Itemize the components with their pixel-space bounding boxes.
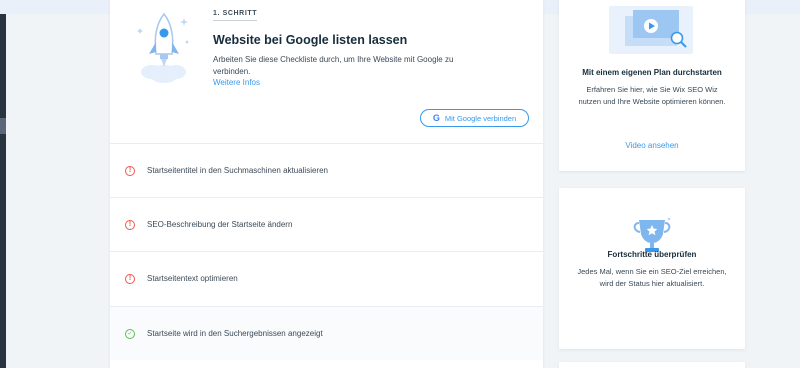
task-label: Startseitentext optimieren — [147, 274, 238, 283]
left-rail — [0, 0, 6, 368]
plan-card: Mit einem eigenen Plan durchstarten Erfa… — [559, 0, 745, 171]
plan-card-title: Mit einem eigenen Plan durchstarten — [582, 68, 722, 77]
rail-marker — [0, 118, 6, 134]
more-info-link[interactable]: Weitere Infos — [213, 78, 260, 87]
connect-google-label: Mit Google verbinden — [444, 113, 517, 123]
step-title: Website bei Google listen lassen — [213, 33, 408, 47]
warning-icon: ! — [125, 219, 135, 230]
warning-icon: ! — [125, 273, 135, 284]
task-row[interactable]: ! SEO-Beschreibung der Startseite ändern — [110, 197, 543, 251]
plan-card-description: Erfahren Sie hier, wie Sie Wix SEO Wiz n… — [578, 85, 726, 106]
warning-icon: ! — [125, 165, 135, 176]
step-description: Arbeiten Sie diese Checkliste durch, um … — [213, 55, 454, 76]
watch-video-link[interactable]: Video ansehen — [559, 141, 745, 150]
video-illustration-icon — [609, 6, 693, 54]
progress-card-description: Jedes Mal, wenn Sie ein SEO-Ziel erreich… — [577, 267, 727, 288]
google-g-icon: G — [432, 113, 440, 123]
checklist-card: 1. SCHRITT Website bei Google listen las… — [110, 0, 543, 368]
task-row[interactable]: ! Startseitentext optimieren — [110, 251, 543, 305]
trophy-icon — [633, 217, 671, 252]
task-row[interactable]: ✓ Startseite wird in den Suchergebnissen… — [110, 306, 543, 360]
next-card — [559, 362, 745, 368]
step-number-label: 1. SCHRITT — [213, 10, 258, 21]
task-label: Startseitentitel in den Suchmaschinen ak… — [147, 166, 328, 175]
rocket-illustration-icon — [137, 12, 189, 83]
progress-card-title: Fortschritte überprüfen — [607, 250, 697, 259]
connect-google-button[interactable]: G Mit Google verbinden — [420, 109, 529, 127]
task-label: SEO-Beschreibung der Startseite ändern — [147, 220, 293, 229]
task-row[interactable]: ! Startseitentitel in den Suchmaschinen … — [110, 143, 543, 197]
progress-card: Fortschritte überprüfen Jedes Mal, wenn … — [559, 188, 745, 349]
task-label: Startseite wird in den Suchergebnissen a… — [147, 329, 323, 338]
checkmark-icon: ✓ — [125, 328, 135, 339]
step-header: 1. SCHRITT Website bei Google listen las… — [110, 0, 543, 144]
